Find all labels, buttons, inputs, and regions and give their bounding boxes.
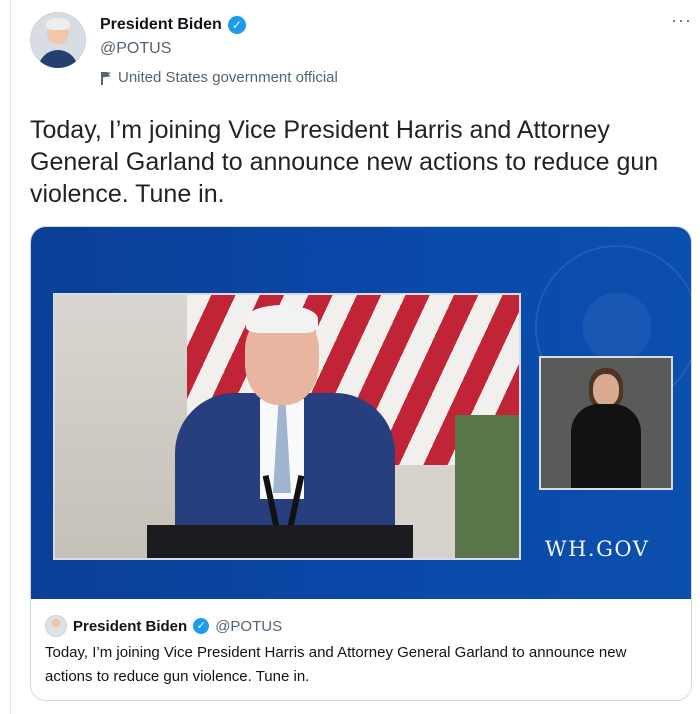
main-video-frame [53,293,521,560]
left-border [10,0,11,714]
author-handle[interactable]: @POTUS [100,40,171,58]
media-card[interactable]: WH.GOV President Biden ✓ @POTUS Today, I… [30,226,692,701]
author-name-row: President Biden ✓ [100,16,246,34]
podium [147,525,413,558]
quoted-tweet-text: Today, I’m joining Vice President Harris… [45,644,627,685]
wh-gov-watermark: WH.GOV [545,537,650,561]
flag-icon [100,71,112,85]
pillar [55,295,195,558]
verified-check-icon: ✓ [227,16,246,34]
video-thumbnail[interactable]: WH.GOV [31,227,691,599]
sign-language-interpreter-frame [539,356,673,490]
avatar-hair [46,18,70,30]
author-display-name[interactable]: President Biden [100,16,222,34]
government-label-text: United States government official [118,69,338,86]
author-avatar[interactable] [30,12,86,68]
quoted-author-handle[interactable]: @POTUS [215,618,282,635]
speaker-hair [246,305,318,333]
government-label: United States government official [100,69,338,86]
tweet-text: Today, I’m joining Vice President Harris… [30,116,659,208]
verified-check-icon: ✓ [193,618,210,634]
quoted-author-name[interactable]: President Biden [73,618,187,635]
avatar-suit [38,50,78,68]
more-horizontal-icon[interactable]: ··· [671,10,692,31]
tweet[interactable]: President Biden ✓ @POTUS United States g… [28,0,700,714]
background-trees [455,415,519,558]
quoted-tweet-header: President Biden ✓ @POTUS [45,615,282,637]
quoted-author-avatar[interactable] [45,615,67,637]
interpreter-body [571,404,641,488]
quoted-tweet[interactable]: President Biden ✓ @POTUS Today, I’m join… [31,599,691,700]
interpreter-head [593,374,619,406]
